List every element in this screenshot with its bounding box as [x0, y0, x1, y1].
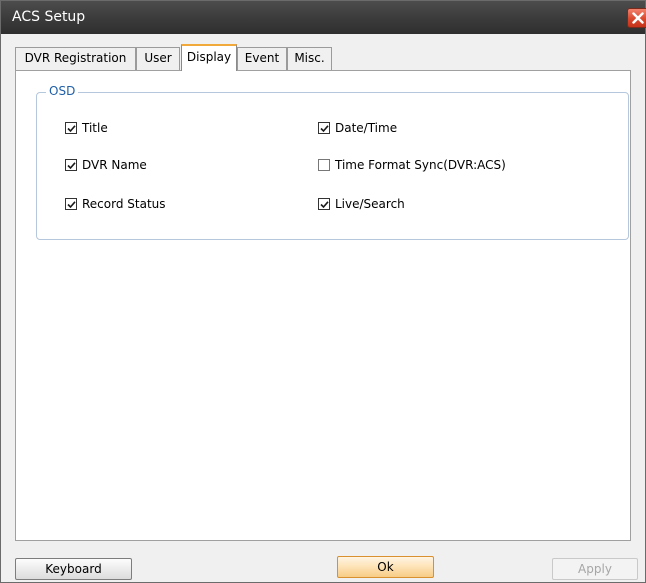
- window-title: ACS Setup: [12, 9, 86, 25]
- osd-group: OSD Title Date/Time DVR Name Time Format…: [36, 84, 629, 240]
- tab-misc[interactable]: Misc.: [287, 47, 332, 70]
- date-time-checkbox-label: Date/Time: [335, 121, 398, 135]
- tab-display[interactable]: Display: [181, 44, 237, 71]
- close-x-icon: [632, 12, 644, 24]
- record-status-checkbox-label: Record Status: [82, 197, 166, 211]
- record-status-checkbox-box[interactable]: [65, 198, 77, 210]
- display-tab-page: OSD Title Date/Time DVR Name Time Format…: [15, 70, 631, 541]
- time-format-sync-checkbox-label: Time Format Sync(DVR:ACS): [335, 158, 506, 172]
- tab-event[interactable]: Event: [237, 47, 287, 70]
- dvr-name-checkbox-label: DVR Name: [82, 158, 147, 172]
- live-search-checkbox-box[interactable]: [318, 198, 330, 210]
- title-checkbox-label: Title: [82, 121, 108, 135]
- close-button[interactable]: [627, 8, 646, 28]
- ok-button[interactable]: Ok: [337, 556, 434, 578]
- checkmark-icon: [67, 201, 76, 209]
- time-format-sync-checkbox-box[interactable]: [318, 159, 330, 171]
- tab-user[interactable]: User: [136, 47, 180, 70]
- title-bar: ACS Setup: [1, 1, 645, 34]
- acs-setup-dialog: ACS Setup DVR Registration User Display …: [0, 0, 646, 583]
- live-search-checkbox-label: Live/Search: [335, 197, 405, 211]
- tab-dvr-registration[interactable]: DVR Registration: [15, 47, 136, 70]
- dvr-name-checkbox-box[interactable]: [65, 159, 77, 171]
- keyboard-button[interactable]: Keyboard: [15, 558, 132, 580]
- checkmark-icon: [67, 162, 76, 170]
- title-checkbox-box[interactable]: [65, 122, 77, 134]
- osd-group-legend: OSD: [46, 84, 79, 98]
- checkmark-icon: [320, 201, 329, 209]
- checkmark-icon: [320, 125, 329, 133]
- checkmark-icon: [67, 125, 76, 133]
- date-time-checkbox-box[interactable]: [318, 122, 330, 134]
- apply-button[interactable]: Apply: [552, 558, 638, 580]
